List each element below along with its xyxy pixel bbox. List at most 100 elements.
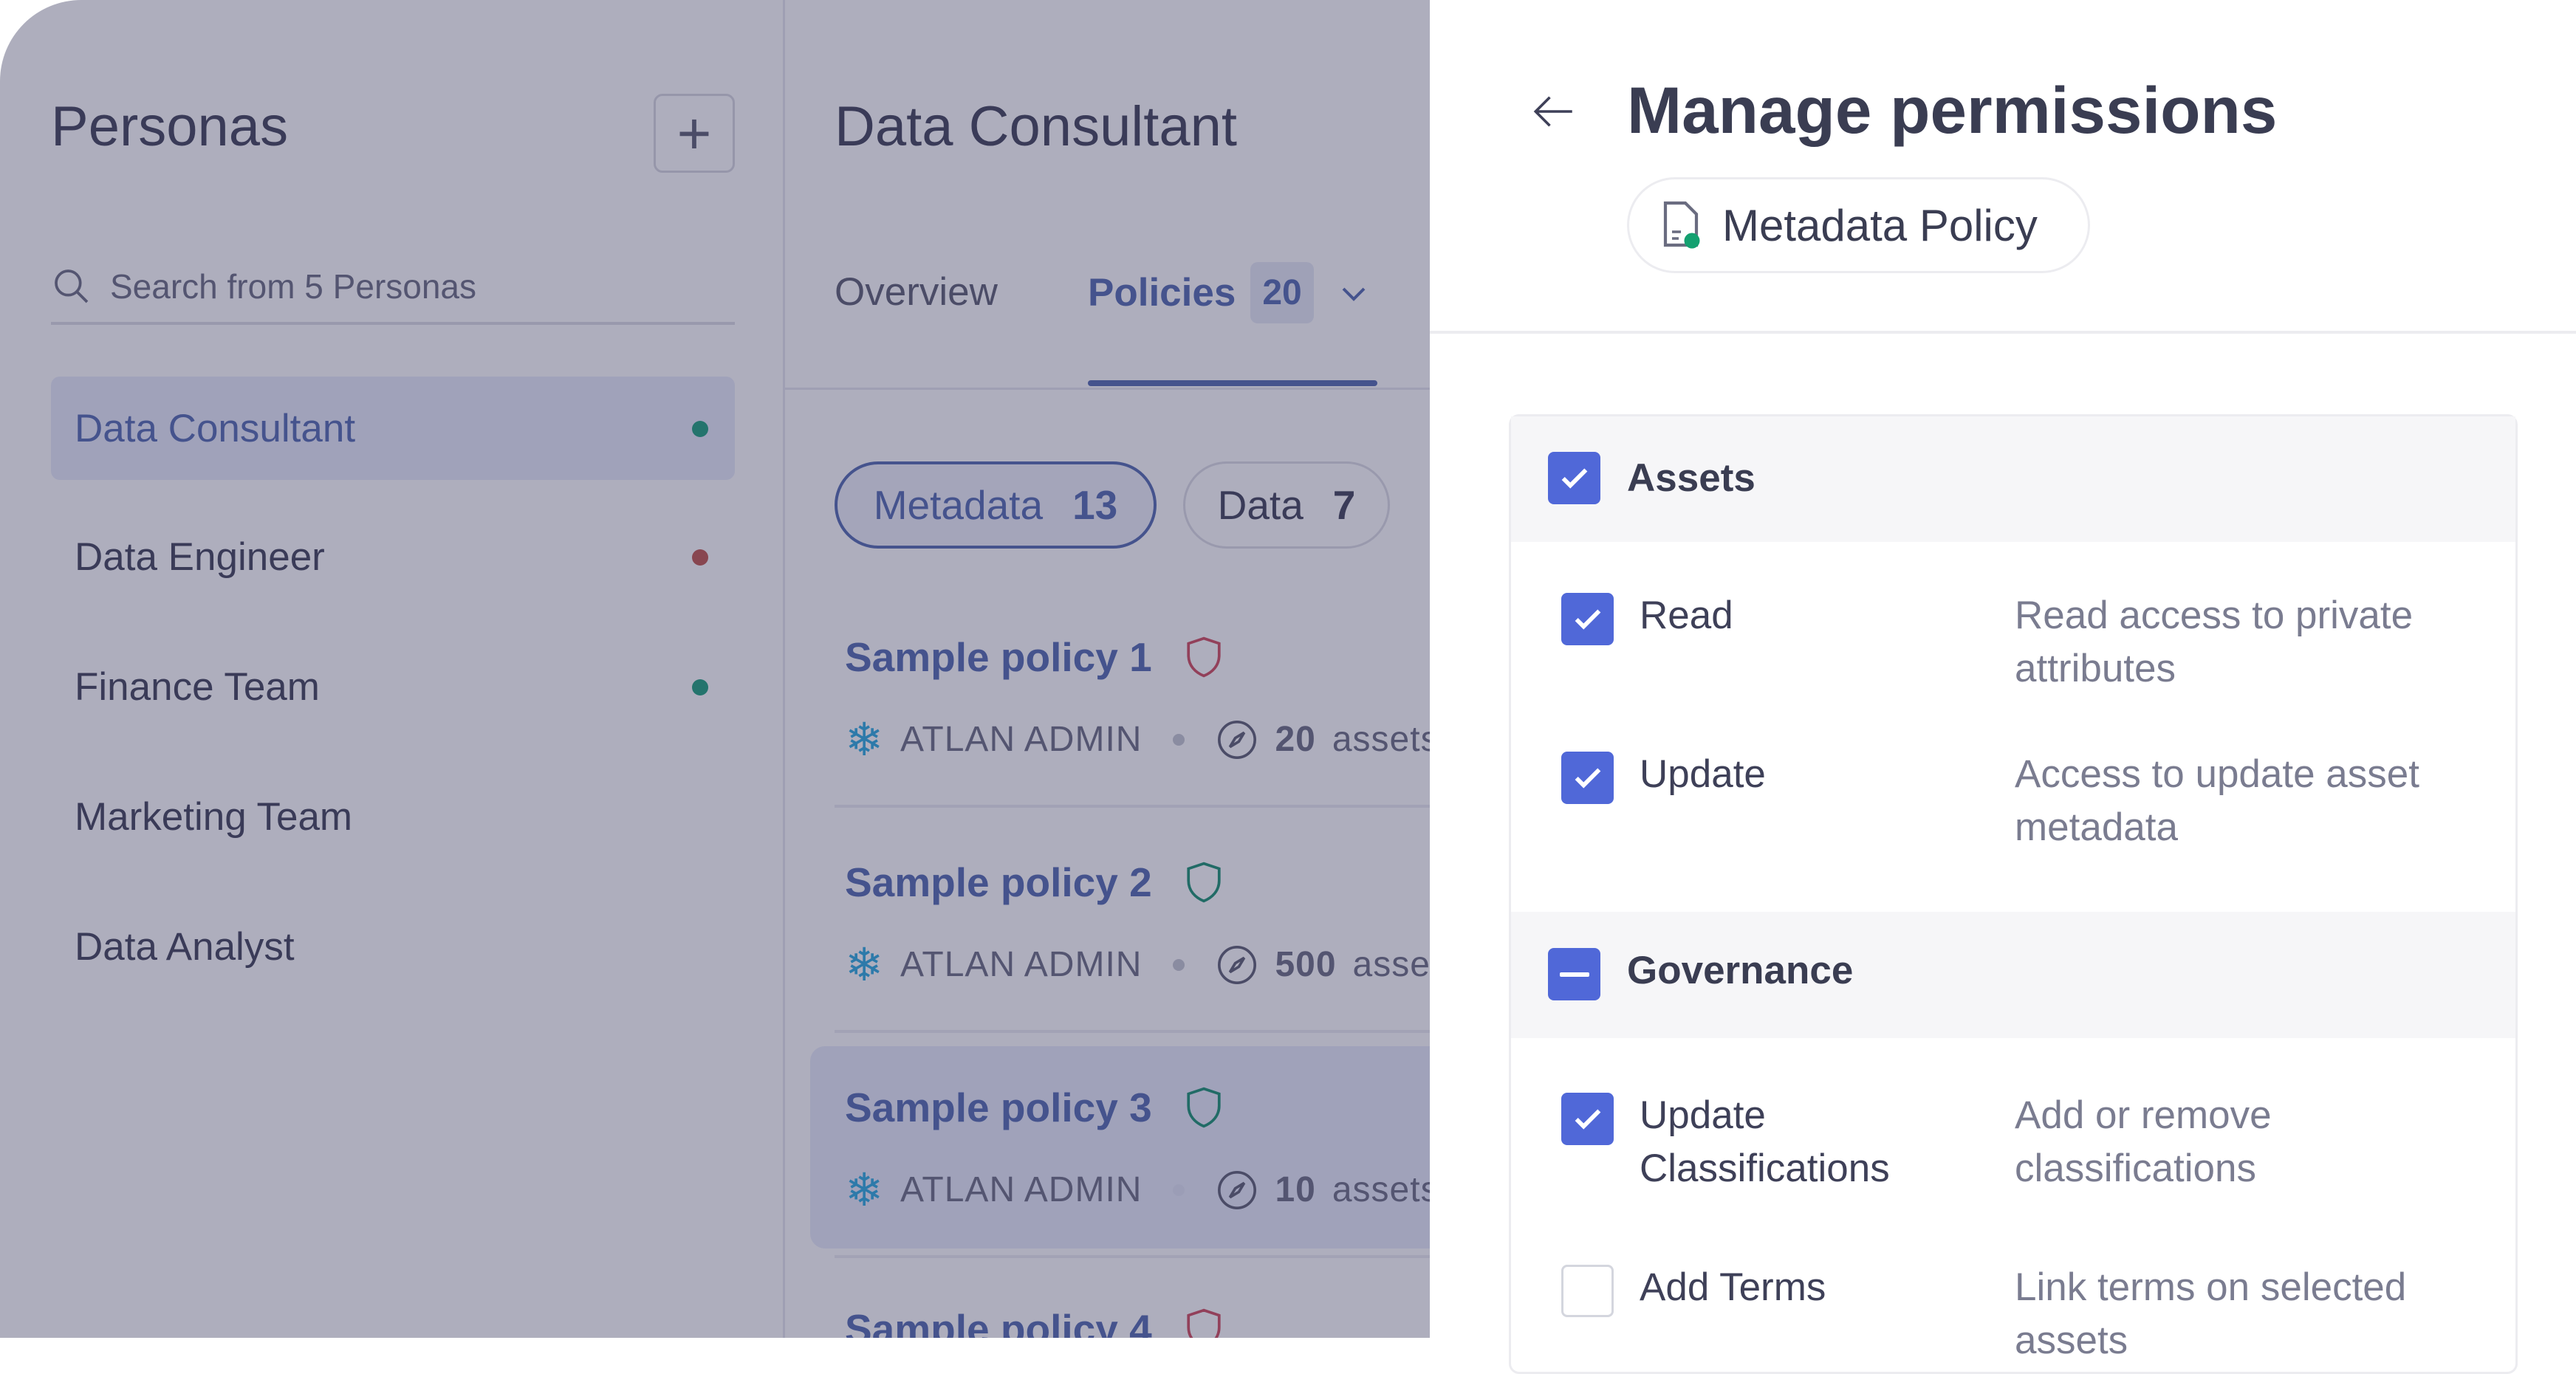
shield-icon	[1187, 862, 1221, 903]
policy-type-label: Metadata Policy	[1722, 200, 2038, 250]
policy-count-badge: 20	[1250, 262, 1314, 323]
persona-item[interactable]: Data Engineer	[51, 505, 735, 608]
search-input[interactable]: Search from 5 Personas	[51, 251, 735, 325]
asset-count: 500	[1275, 945, 1337, 984]
persona-label: Finance Team	[75, 664, 320, 709]
policy-title[interactable]: Sample policy 4	[845, 1305, 1224, 1338]
asset-count: 10	[1275, 1170, 1316, 1209]
tab-policies[interactable]: Policies 20	[1088, 262, 1371, 323]
asset-count: 20	[1275, 720, 1316, 759]
personas-sidebar: Personas + Search from 5 Personas Data C…	[0, 0, 785, 1338]
status-dot	[692, 679, 708, 695]
tabs-divider	[785, 388, 1430, 390]
owner: ATLAN ADMIN	[900, 1170, 1143, 1209]
search-icon	[55, 269, 89, 303]
divider	[835, 805, 1430, 808]
filter-metadata[interactable]: Metadata 13	[835, 461, 1157, 549]
governance-checkbox[interactable]	[1548, 948, 1600, 1000]
snowflake-icon: ❄	[845, 940, 884, 991]
permission-label: Update Classifications	[1640, 1093, 1890, 1190]
persona-item[interactable]: Finance Team	[51, 635, 735, 738]
permission-desc: Read access to private attributes	[2015, 594, 2414, 690]
persona-label: Marketing Team	[75, 794, 353, 839]
shield-icon	[1187, 1308, 1221, 1338]
persona-label: Data Engineer	[75, 535, 325, 579]
permission-label: Update	[1640, 752, 1766, 796]
back-arrow-icon[interactable]	[1528, 87, 1580, 136]
permissions-card	[1509, 414, 2518, 1374]
shield-icon	[1187, 636, 1221, 678]
update-checkbox[interactable]	[1561, 752, 1614, 804]
compass-icon	[1218, 1170, 1257, 1209]
compass-icon	[1218, 945, 1257, 984]
policy-meta: ❄ ATLAN ADMIN 500 assets	[845, 938, 1430, 992]
document-icon	[1663, 201, 1700, 249]
tab-overview[interactable]: Overview	[835, 269, 998, 315]
policy-name: Sample policy 3	[845, 1085, 1152, 1130]
policy-name: Sample policy 2	[845, 859, 1152, 905]
search-placeholder: Search from 5 Personas	[110, 267, 477, 306]
permission-desc: Link terms on selected assets	[2015, 1265, 2407, 1362]
divider	[835, 1255, 1430, 1258]
active-tab-underline	[1088, 380, 1377, 386]
shield-icon	[1187, 1087, 1221, 1128]
policy-title[interactable]: Sample policy 3	[845, 1084, 1224, 1131]
chevron-down-icon[interactable]	[1336, 275, 1371, 311]
minus-icon	[1559, 972, 1589, 977]
separator-dot	[1173, 958, 1185, 971]
check-icon	[1575, 767, 1600, 789]
permission-desc: Add or remove classifications	[2015, 1093, 2272, 1190]
snowflake-icon: ❄	[845, 715, 884, 766]
policy-meta: ❄ ATLAN ADMIN 10 assets	[845, 1163, 1430, 1217]
add-terms-checkbox[interactable]	[1561, 1265, 1614, 1317]
check-icon	[1575, 608, 1600, 630]
persona-item[interactable]: Marketing Team	[51, 765, 735, 868]
selected-policy-bg	[810, 1046, 1430, 1248]
policy-title[interactable]: Sample policy 2	[845, 859, 1224, 906]
policy-type-chip: Metadata Policy	[1627, 177, 2090, 273]
divider	[835, 1030, 1430, 1033]
read-checkbox[interactable]	[1561, 593, 1614, 645]
drawer-title: Manage permissions	[1627, 73, 2278, 147]
add-persona-button[interactable]: +	[654, 94, 735, 173]
persona-item[interactable]: Data Consultant	[51, 377, 735, 480]
asset-label: assets	[1332, 1170, 1430, 1209]
owner: ATLAN ADMIN	[900, 720, 1143, 759]
filter-count: 13	[1072, 482, 1118, 528]
persona-label: Data Analyst	[75, 924, 295, 969]
policy-name: Sample policy 1	[845, 634, 1152, 680]
filter-label: Metadata	[873, 482, 1044, 528]
assets-checkbox[interactable]	[1548, 452, 1600, 504]
filter-label: Data	[1217, 482, 1304, 528]
tab-label: Policies	[1088, 271, 1236, 315]
permission-label: Add Terms	[1640, 1265, 1826, 1309]
group-label: Assets	[1627, 456, 1755, 500]
check-icon	[1575, 1108, 1600, 1130]
group-label: Governance	[1627, 949, 1854, 992]
update-classifications-checkbox[interactable]	[1561, 1093, 1614, 1145]
permission-desc: Access to update asset metadata	[2015, 752, 2419, 849]
compass-icon	[1218, 720, 1257, 759]
personas-app: Personas + Search from 5 Personas Data C…	[0, 0, 1430, 1338]
policy-meta: ❄ ATLAN ADMIN 20 assets	[845, 712, 1430, 766]
permission-label: Read	[1640, 594, 1733, 637]
sidebar-title: Personas	[51, 95, 289, 158]
filter-count: 7	[1332, 482, 1356, 528]
status-dot	[692, 421, 708, 437]
asset-label: assets	[1332, 720, 1430, 759]
policy-name: Sample policy 4	[845, 1306, 1152, 1338]
filter-data[interactable]: Data 7	[1183, 461, 1390, 549]
asset-label: assets	[1352, 945, 1430, 984]
separator-dot	[1173, 733, 1185, 746]
policy-title[interactable]: Sample policy 1	[845, 633, 1224, 681]
status-dot	[692, 549, 708, 566]
owner: ATLAN ADMIN	[900, 945, 1143, 984]
check-icon	[1561, 467, 1587, 489]
persona-label: Data Consultant	[75, 406, 356, 450]
persona-item[interactable]: Data Analyst	[51, 895, 735, 998]
header-divider	[1430, 331, 2576, 334]
persona-title: Data Consultant	[835, 95, 1237, 158]
snowflake-icon: ❄	[845, 1165, 884, 1216]
separator-dot	[1173, 1184, 1185, 1196]
plus-icon: +	[676, 100, 712, 166]
